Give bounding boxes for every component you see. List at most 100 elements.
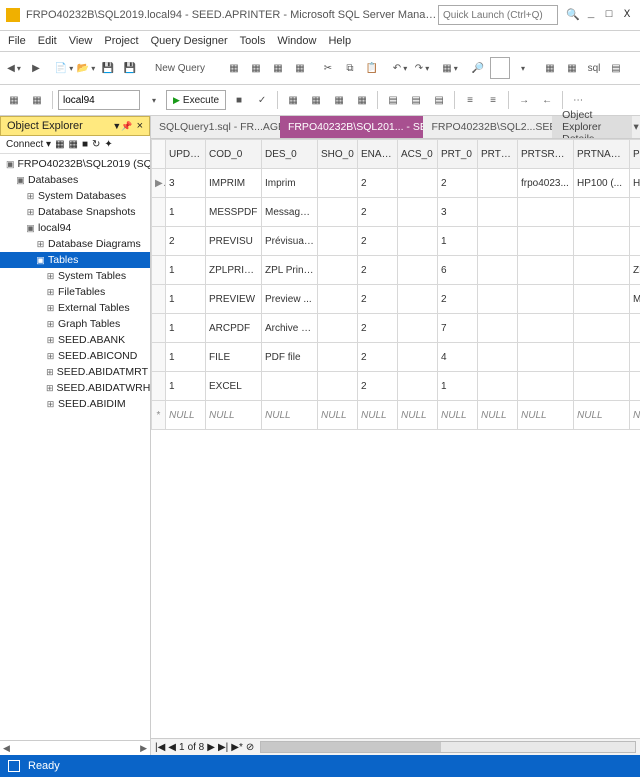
comment-button[interactable]: ≡ <box>460 89 480 111</box>
cell[interactable] <box>318 343 358 372</box>
col-prt[interactable]: PRT_0 <box>438 140 478 169</box>
cell[interactable] <box>518 256 574 285</box>
tab-sqlquery1[interactable]: SQLQuery1.sql - FR...AGEFR\frdepo (62))* <box>151 116 280 138</box>
row-selector[interactable]: ▶ <box>152 169 166 198</box>
col-prtzpl[interactable]: PRTZPL_0 <box>478 140 518 169</box>
opts-button-2[interactable]: ▦ <box>329 89 349 111</box>
cell[interactable] <box>630 343 640 372</box>
pin-icon[interactable]: 📌 <box>121 121 132 132</box>
cell[interactable] <box>518 285 574 314</box>
tabs-overflow-icon[interactable]: ▾ <box>632 116 640 138</box>
cell[interactable]: 2 <box>358 285 398 314</box>
solution-cfg[interactable]: ▦ <box>440 57 460 79</box>
plan-button[interactable]: ▦ <box>283 89 303 111</box>
tree-system-databases[interactable]: ⊞System Databases <box>0 188 150 204</box>
row-selector[interactable] <box>152 256 166 285</box>
find-dd[interactable] <box>512 57 532 79</box>
cell[interactable] <box>574 256 630 285</box>
cell[interactable]: PREVIEW <box>206 285 262 314</box>
cell[interactable] <box>518 314 574 343</box>
cell[interactable]: NULL <box>262 401 318 430</box>
dropdown-icon[interactable]: ▼ <box>112 121 121 131</box>
pager-page[interactable]: 1 <box>179 742 185 753</box>
menu-project[interactable]: Project <box>104 35 138 47</box>
minimize-button[interactable]: _ <box>584 9 598 21</box>
close-panel-icon[interactable]: × <box>137 120 143 132</box>
cell[interactable] <box>478 227 518 256</box>
cell[interactable]: 2 <box>358 227 398 256</box>
cell[interactable] <box>318 285 358 314</box>
maximize-button[interactable]: □ <box>602 9 616 21</box>
cell[interactable]: 6 <box>438 256 478 285</box>
col-prtsrv[interactable]: PRTSRV_0 <box>518 140 574 169</box>
cell[interactable]: 2 <box>358 343 398 372</box>
cell[interactable] <box>478 169 518 198</box>
col-cod[interactable]: COD_0 <box>206 140 262 169</box>
tree-db-local94[interactable]: ▣local94 <box>0 220 150 236</box>
paste-button[interactable]: 📋 <box>362 57 382 79</box>
cell[interactable] <box>630 372 640 401</box>
cell[interactable]: 1 <box>438 372 478 401</box>
pager-new-icon[interactable]: ▶* <box>231 742 243 753</box>
save-all-button[interactable]: 💾 <box>120 57 140 79</box>
table-row[interactable]: 1ARCPDFArchive p...270290 <box>152 314 640 343</box>
cell[interactable]: ZPLPRIN... <box>206 256 262 285</box>
cell[interactable]: 2 <box>358 372 398 401</box>
tree-table-abicond[interactable]: ⊞SEED.ABICOND <box>0 348 150 364</box>
search-icon[interactable]: 🔍 <box>566 8 580 22</box>
cell[interactable]: Preview ... <box>262 285 318 314</box>
refresh-icon[interactable]: ↻ <box>92 139 100 150</box>
tree-table-abank[interactable]: ⊞SEED.ABANK <box>0 332 150 348</box>
cell[interactable] <box>398 343 438 372</box>
cell[interactable]: 3 <box>438 198 478 227</box>
results-text-button[interactable]: ▤ <box>406 89 426 111</box>
connect-button[interactable]: Connect ▾ <box>6 139 51 150</box>
col-des[interactable]: DES_0 <box>262 140 318 169</box>
row-selector[interactable] <box>152 372 166 401</box>
results-file-button[interactable]: ▤ <box>429 89 449 111</box>
table-row[interactable]: ▶3IMPRIMImprim22frpo4023...HP100 (...HP … <box>152 169 640 198</box>
outdent-button[interactable]: ← <box>537 89 557 111</box>
tree-graph-tables[interactable]: ⊞Graph Tables <box>0 316 150 332</box>
save-button[interactable]: 💾 <box>98 57 118 79</box>
parse-button[interactable]: ✓ <box>252 89 272 111</box>
cell[interactable] <box>318 169 358 198</box>
cell[interactable]: NULL <box>398 401 438 430</box>
cell[interactable]: 2 <box>358 198 398 227</box>
tree-table-abidatwrh[interactable]: ⊞SEED.ABIDATWRH <box>0 380 150 396</box>
cut-button[interactable]: ✂ <box>318 57 338 79</box>
cell[interactable]: PDF file <box>262 343 318 372</box>
table-row[interactable]: 1MESSPDFMessage ...230290 <box>152 198 640 227</box>
row-selector[interactable]: * <box>152 401 166 430</box>
tab-aprinter[interactable]: FRPO40232B\SQL201... - SEED.APRINTER⁎× <box>280 116 424 138</box>
cell[interactable] <box>398 169 438 198</box>
cell[interactable]: 2 <box>358 314 398 343</box>
cell[interactable]: FILE <box>206 343 262 372</box>
cell[interactable]: frpo4023... <box>518 169 574 198</box>
col-sho[interactable]: SHO_0 <box>318 140 358 169</box>
table-row[interactable]: 1EXCEL210280 <box>152 372 640 401</box>
close-button[interactable]: X <box>620 9 634 21</box>
cell[interactable]: Imprim <box>262 169 318 198</box>
tab-aprintdes[interactable]: FRPO40232B\SQL2...SEED2.APRINTDES <box>423 116 552 138</box>
cell[interactable] <box>574 198 630 227</box>
cell[interactable] <box>478 343 518 372</box>
results-grid[interactable]: UPDTICK... COD_0 DES_0 SHO_0 ENAFL... AC… <box>151 139 640 738</box>
cell[interactable]: Message ... <box>262 198 318 227</box>
opts-button-1[interactable]: ▦ <box>306 89 326 111</box>
opts-button-3[interactable]: ▦ <box>352 89 372 111</box>
cell[interactable] <box>398 285 438 314</box>
row-selector[interactable] <box>152 198 166 227</box>
nav-fwd-button[interactable]: ▶ <box>26 57 46 79</box>
pager-next-icon[interactable]: ▶ <box>207 742 215 753</box>
cell[interactable] <box>630 227 640 256</box>
col-prtdrv[interactable]: PRTDRV_0 <box>630 140 640 169</box>
stop-button[interactable]: ■ <box>229 89 249 111</box>
filter-icon[interactable]: ▦ <box>55 139 64 150</box>
layout-button-1[interactable]: ▤ <box>634 57 640 79</box>
sql-pane-button[interactable]: sql <box>584 57 604 79</box>
cell[interactable] <box>518 227 574 256</box>
cell[interactable] <box>630 198 640 227</box>
specify-values-button[interactable]: ⋯ <box>568 89 588 111</box>
cell[interactable]: 1 <box>166 256 206 285</box>
